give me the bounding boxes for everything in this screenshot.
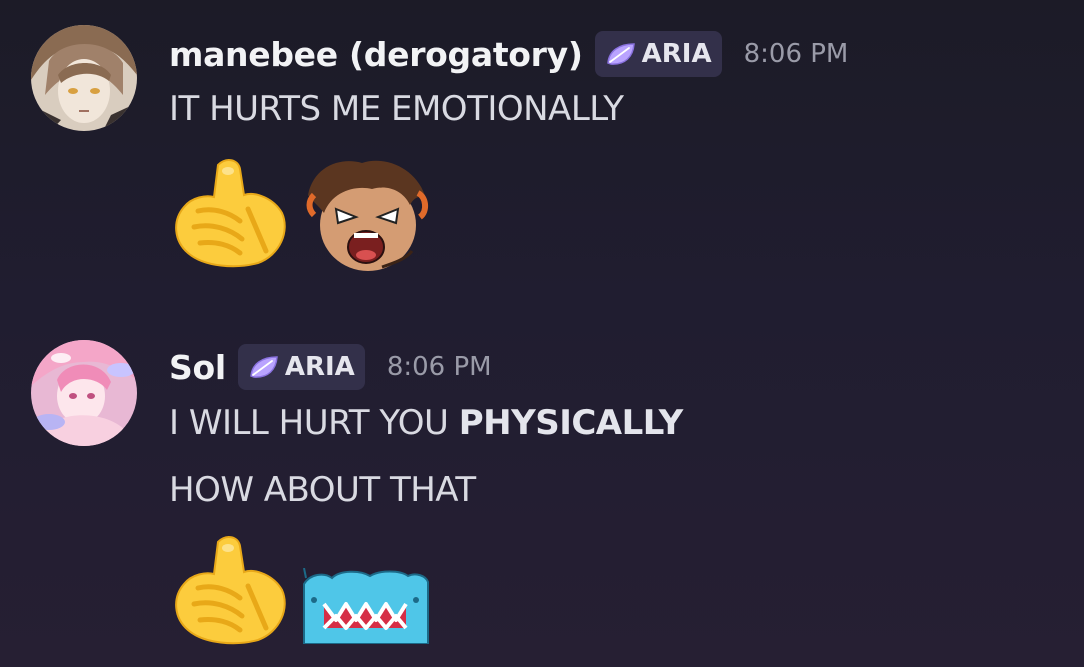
guild-tag-label: ARIA xyxy=(284,352,355,382)
message-text-line-2: HOW ABOUT THAT xyxy=(169,470,476,510)
guild-tag[interactable]: ARIA xyxy=(237,344,365,390)
blue-monster-emoji[interactable] xyxy=(300,567,430,648)
pointing-hand-emoji[interactable] xyxy=(170,155,292,273)
username[interactable]: manebee (derogatory) xyxy=(169,35,583,74)
screaming-character-emoji[interactable] xyxy=(302,155,432,281)
message-2: Sol ARIA 8:06 PM I WILL HURT YOU PHYSICA… xyxy=(0,320,1084,667)
timestamp[interactable]: 8:06 PM xyxy=(744,39,849,69)
message-header: Sol ARIA 8:06 PM xyxy=(169,344,492,390)
guild-tag[interactable]: ARIA xyxy=(594,31,722,77)
guild-tag-label: ARIA xyxy=(641,39,712,69)
leaf-icon xyxy=(250,356,278,378)
message-header: manebee (derogatory) ARIA 8:06 PM xyxy=(169,31,848,77)
pointing-hand-emoji[interactable] xyxy=(170,532,292,650)
user-avatar-sol[interactable] xyxy=(31,340,137,446)
message-text-line-1: I WILL HURT YOU PHYSICALLY xyxy=(169,403,683,443)
message-text: IT HURTS ME EMOTIONALLY xyxy=(169,89,624,129)
user-avatar-manebee[interactable] xyxy=(31,25,137,131)
username[interactable]: Sol xyxy=(169,348,226,387)
message-text-plain: I WILL HURT YOU xyxy=(169,403,459,443)
timestamp[interactable]: 8:06 PM xyxy=(387,352,492,382)
leaf-icon xyxy=(606,43,635,65)
message-text-bold: PHYSICALLY xyxy=(458,403,684,443)
message-1: manebee (derogatory) ARIA 8:06 PM IT HUR… xyxy=(0,0,1084,300)
